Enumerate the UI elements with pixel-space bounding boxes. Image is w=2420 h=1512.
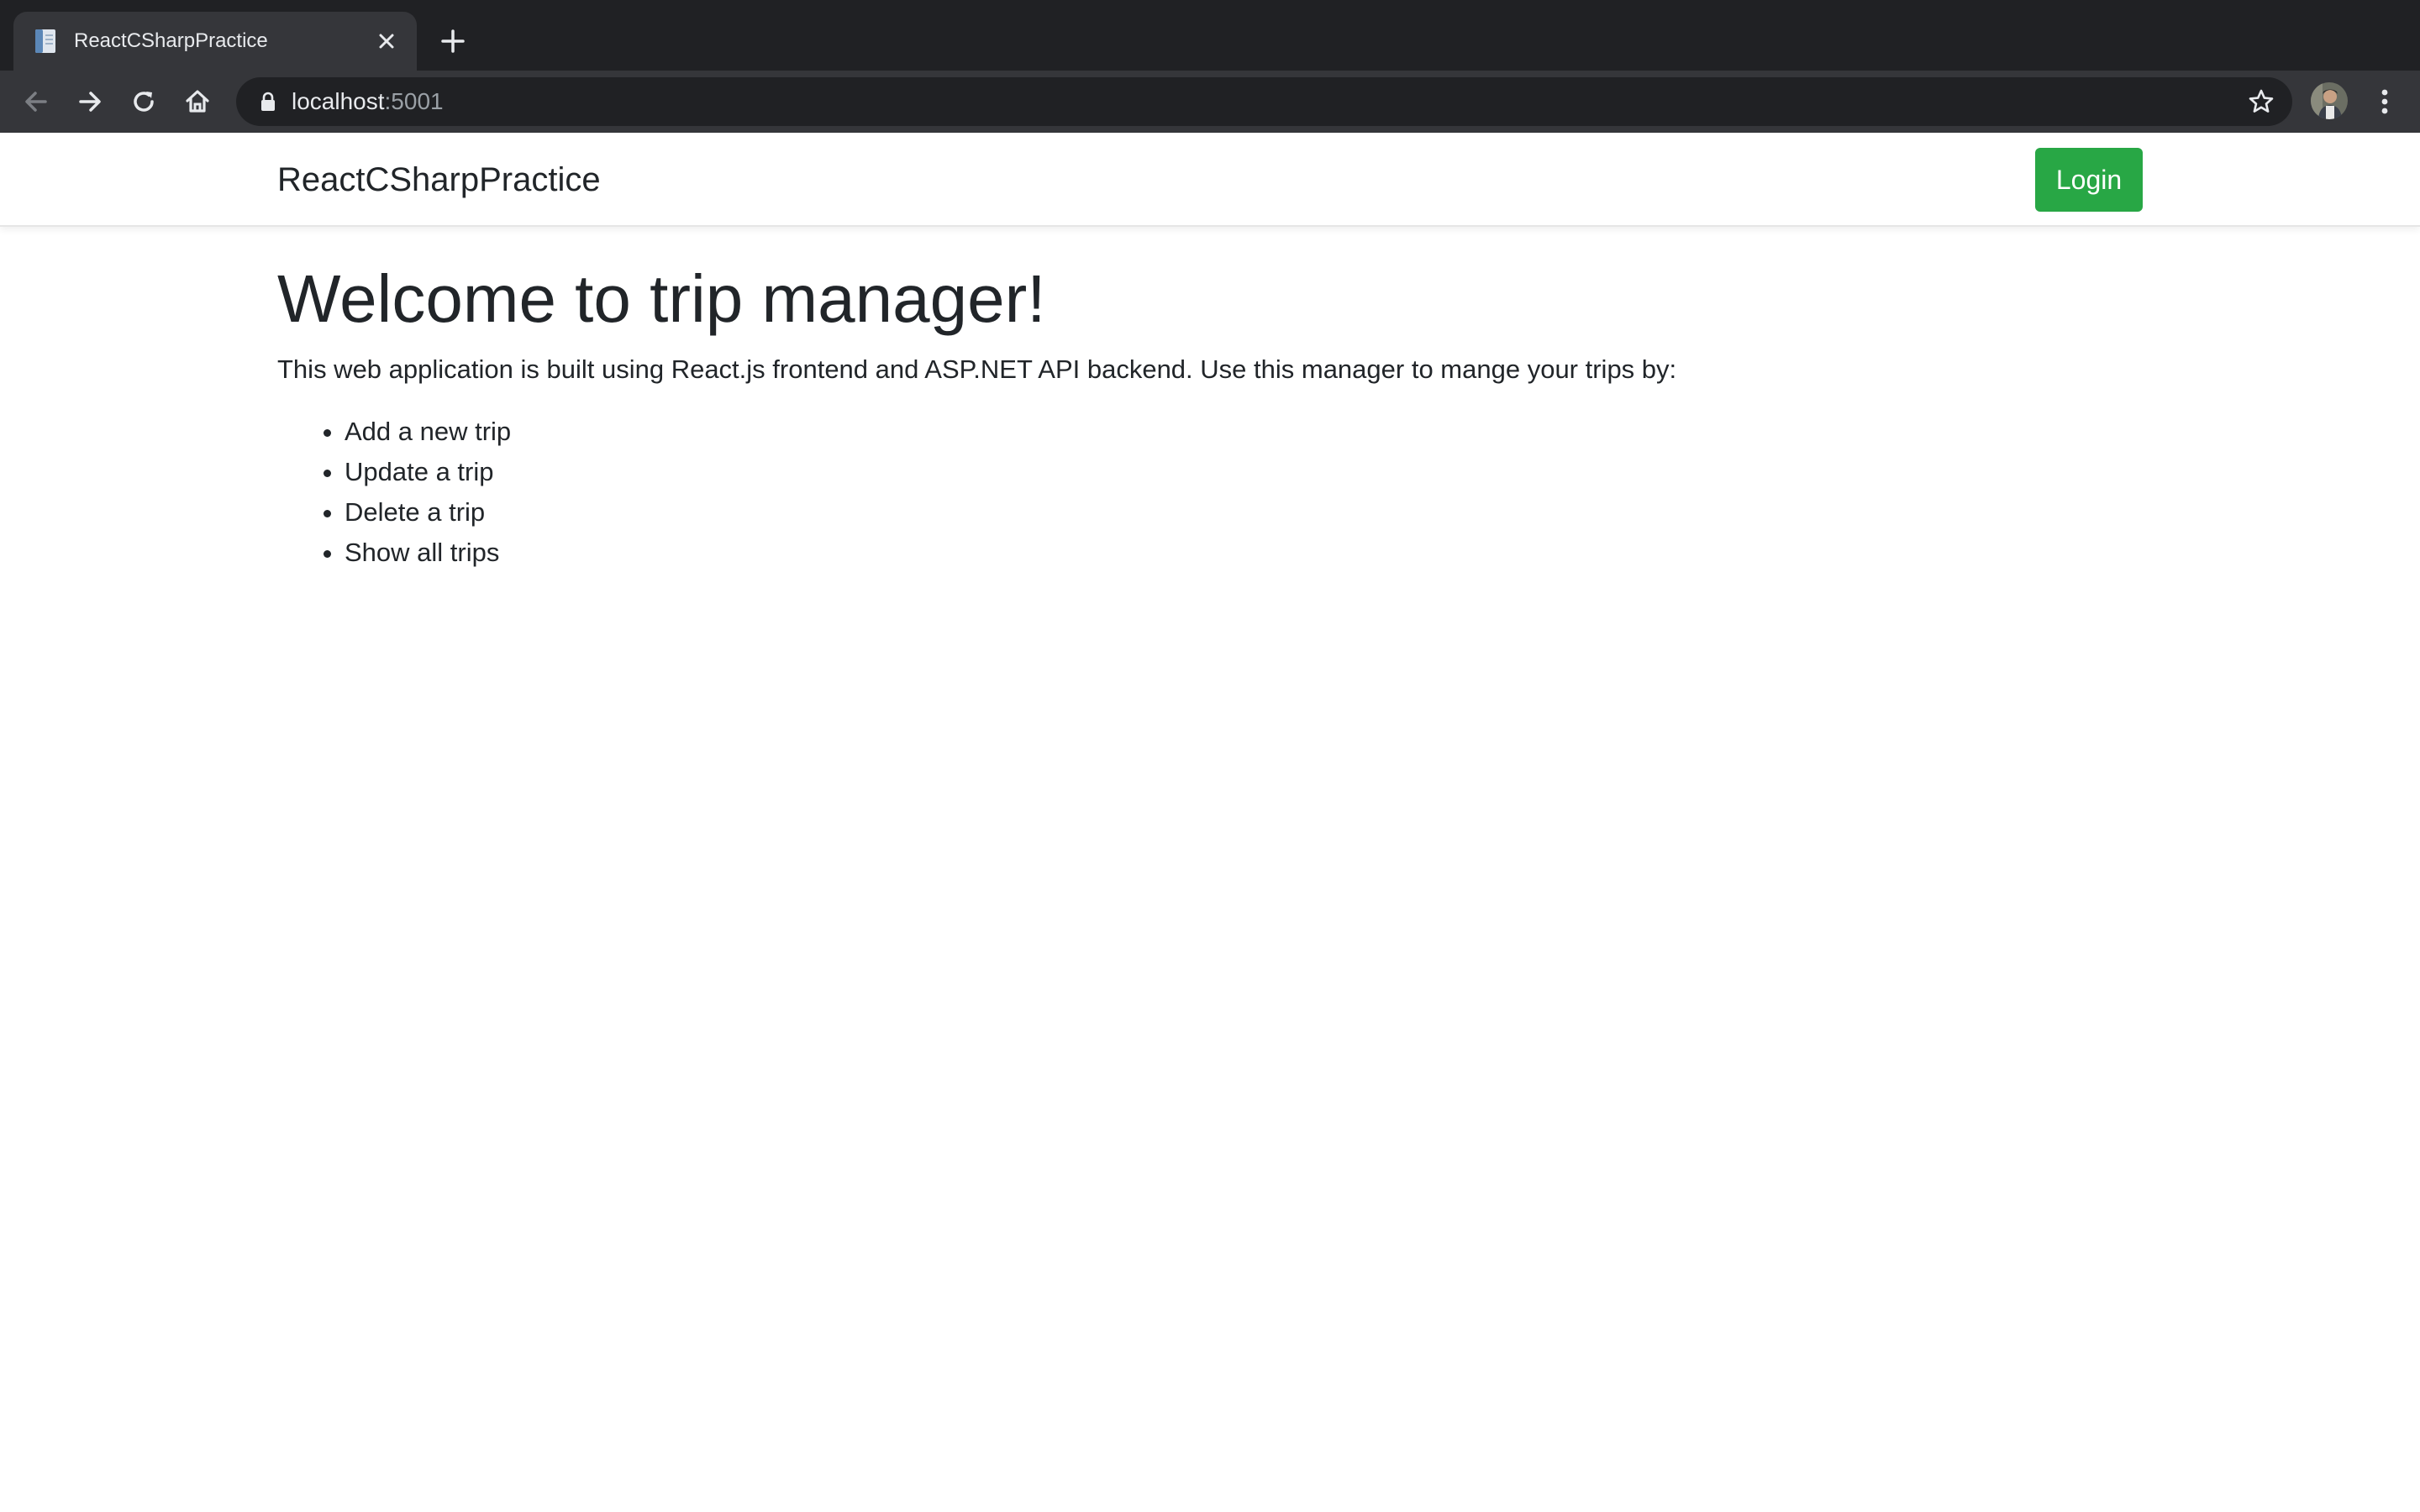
arrow-right-icon (79, 92, 101, 112)
lock-icon[interactable] (260, 92, 276, 112)
home-button[interactable] (182, 86, 213, 118)
home-icon (186, 90, 209, 113)
browser-toolbar: localhost:5001 (0, 71, 2420, 133)
star-icon[interactable] (2247, 87, 2275, 116)
kebab-menu-icon[interactable] (2370, 84, 2400, 119)
back-button[interactable] (20, 86, 52, 118)
url-host: localhost (292, 88, 385, 114)
reload-icon (134, 92, 154, 112)
forward-button[interactable] (74, 86, 106, 118)
browser-tab-strip: ReactCSharpPractice (0, 0, 2420, 71)
new-tab-button[interactable] (438, 26, 468, 56)
navbar-brand[interactable]: ReactCSharpPractice (277, 160, 601, 200)
page-title: Welcome to trip manager! (277, 261, 1046, 336)
url-text: localhost:5001 (292, 87, 444, 116)
close-icon[interactable] (375, 29, 398, 53)
tab-title: ReactCSharpPractice (74, 29, 268, 52)
browser-tab-active[interactable]: ReactCSharpPractice (13, 12, 417, 71)
login-button[interactable]: Login (2035, 148, 2143, 212)
intro-text: This web application is built using Reac… (277, 354, 1677, 384)
list-item: Update a trip (345, 452, 2143, 492)
plus-icon (441, 29, 465, 53)
avatar[interactable] (2311, 82, 2348, 119)
address-bar[interactable]: localhost:5001 (236, 77, 2292, 126)
app-navbar: ReactCSharpPractice Login (0, 133, 2420, 227)
url-port: :5001 (384, 88, 444, 114)
reload-button[interactable] (128, 86, 160, 118)
main-content: Welcome to trip manager! This web applic… (277, 259, 2143, 573)
list-item: Delete a trip (345, 492, 2143, 533)
feature-list: Add a new trip Update a trip Delete a tr… (277, 412, 2143, 573)
list-item: Show all trips (345, 533, 2143, 573)
arrow-left-icon (25, 92, 47, 112)
list-item: Add a new trip (345, 412, 2143, 452)
web-page: ReactCSharpPractice Login Welcome to tri… (0, 133, 2420, 1512)
document-favicon-icon (32, 27, 60, 55)
